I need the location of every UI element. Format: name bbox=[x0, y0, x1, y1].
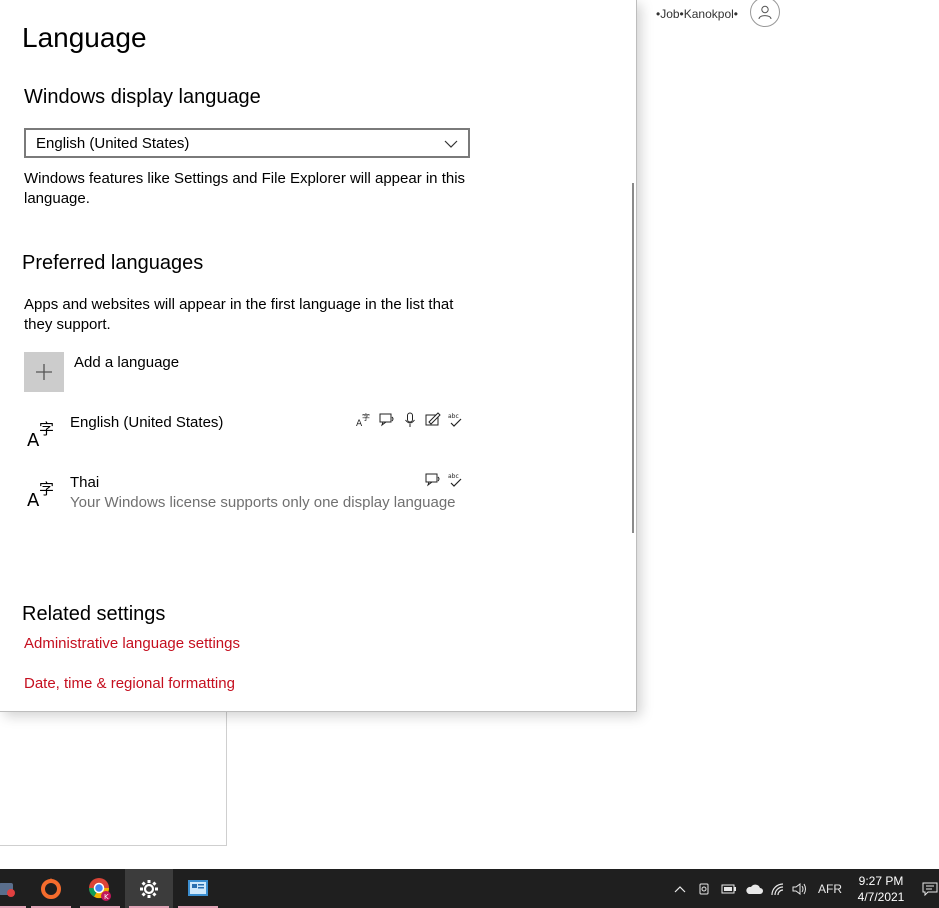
related-settings-heading: Related settings bbox=[22, 603, 166, 625]
control-panel-icon[interactable] bbox=[174, 869, 222, 908]
language-name: Thai bbox=[70, 474, 100, 491]
svg-text:abc: abc bbox=[448, 473, 459, 480]
page-title: Language bbox=[22, 22, 147, 53]
explorer-icon[interactable] bbox=[0, 869, 30, 908]
svg-text:字: 字 bbox=[39, 420, 54, 438]
preferred-languages-description: Apps and websites will appear in the fir… bbox=[24, 296, 454, 333]
svg-text:字: 字 bbox=[39, 480, 54, 498]
language-settings-panel: Language Windows display language Englis… bbox=[0, 0, 637, 712]
clock-time: 9:27 PM bbox=[858, 874, 904, 888]
language-item-thai[interactable]: A字 Thai Your Windows license supports on… bbox=[24, 472, 464, 522]
language-glyph-icon: A字 bbox=[26, 476, 60, 511]
notification-icon[interactable] bbox=[920, 869, 939, 908]
chevron-up-icon[interactable] bbox=[670, 869, 690, 908]
clock[interactable]: 9:27 PM 4/7/2021 bbox=[848, 873, 914, 905]
plus-icon bbox=[24, 352, 64, 392]
input-language-indicator[interactable]: AFR bbox=[814, 869, 846, 908]
language-subtitle: Your Windows license supports only one d… bbox=[70, 494, 456, 511]
user-avatar-icon[interactable] bbox=[750, 0, 780, 27]
meet-now-icon[interactable] bbox=[695, 869, 715, 908]
date-time-regional-formatting-link[interactable]: Date, time & regional formatting bbox=[24, 675, 235, 692]
text-to-speech-icon bbox=[378, 411, 395, 428]
display-language-heading: Windows display language bbox=[24, 86, 261, 108]
display-language-icon: A字 bbox=[355, 411, 372, 428]
language-glyph-icon: A字 bbox=[26, 416, 60, 451]
language-features: abc bbox=[424, 471, 464, 488]
account-name: •Job•Kanokpol• bbox=[656, 7, 738, 21]
spellcheck-icon: abc bbox=[447, 411, 464, 428]
language-features: A字 abc bbox=[355, 411, 464, 428]
clock-date: 4/7/2021 bbox=[857, 890, 905, 904]
add-language-button[interactable]: Add a language bbox=[24, 352, 179, 392]
chevron-down-icon bbox=[444, 135, 458, 152]
background-window bbox=[0, 700, 227, 846]
administrative-language-settings-link[interactable]: Administrative language settings bbox=[24, 635, 240, 652]
language-item-english[interactable]: A字 English (United States) A字 abc bbox=[24, 412, 464, 462]
wifi-icon[interactable] bbox=[768, 869, 788, 908]
battery-icon[interactable] bbox=[719, 869, 739, 908]
add-language-label: Add a language bbox=[74, 354, 180, 371]
svg-text:K: K bbox=[104, 893, 109, 901]
scrollbar[interactable] bbox=[632, 183, 634, 533]
origin-icon[interactable] bbox=[27, 869, 75, 908]
spellcheck-icon: abc bbox=[447, 471, 464, 488]
handwriting-icon bbox=[424, 411, 441, 428]
preferred-languages-heading: Preferred languages bbox=[22, 252, 204, 274]
volume-icon[interactable] bbox=[790, 869, 810, 908]
text-to-speech-icon bbox=[424, 471, 441, 488]
taskbar: K AFR 9:27 PM 4/7/2021 bbox=[0, 869, 939, 908]
svg-text:字: 字 bbox=[362, 412, 370, 422]
chrome-icon[interactable]: K bbox=[76, 869, 124, 908]
speech-icon bbox=[401, 411, 418, 428]
display-language-dropdown[interactable]: English (United States) bbox=[24, 128, 470, 158]
dropdown-selected-value: English (United States) bbox=[36, 134, 190, 152]
svg-text:abc: abc bbox=[448, 413, 459, 420]
account-bar: •Job•Kanokpol• bbox=[656, 0, 780, 28]
onedrive-icon[interactable] bbox=[743, 869, 765, 908]
settings-icon[interactable] bbox=[125, 869, 173, 908]
language-name: English (United States) bbox=[70, 414, 224, 431]
display-language-description: Windows features like Settings and File … bbox=[24, 170, 466, 207]
